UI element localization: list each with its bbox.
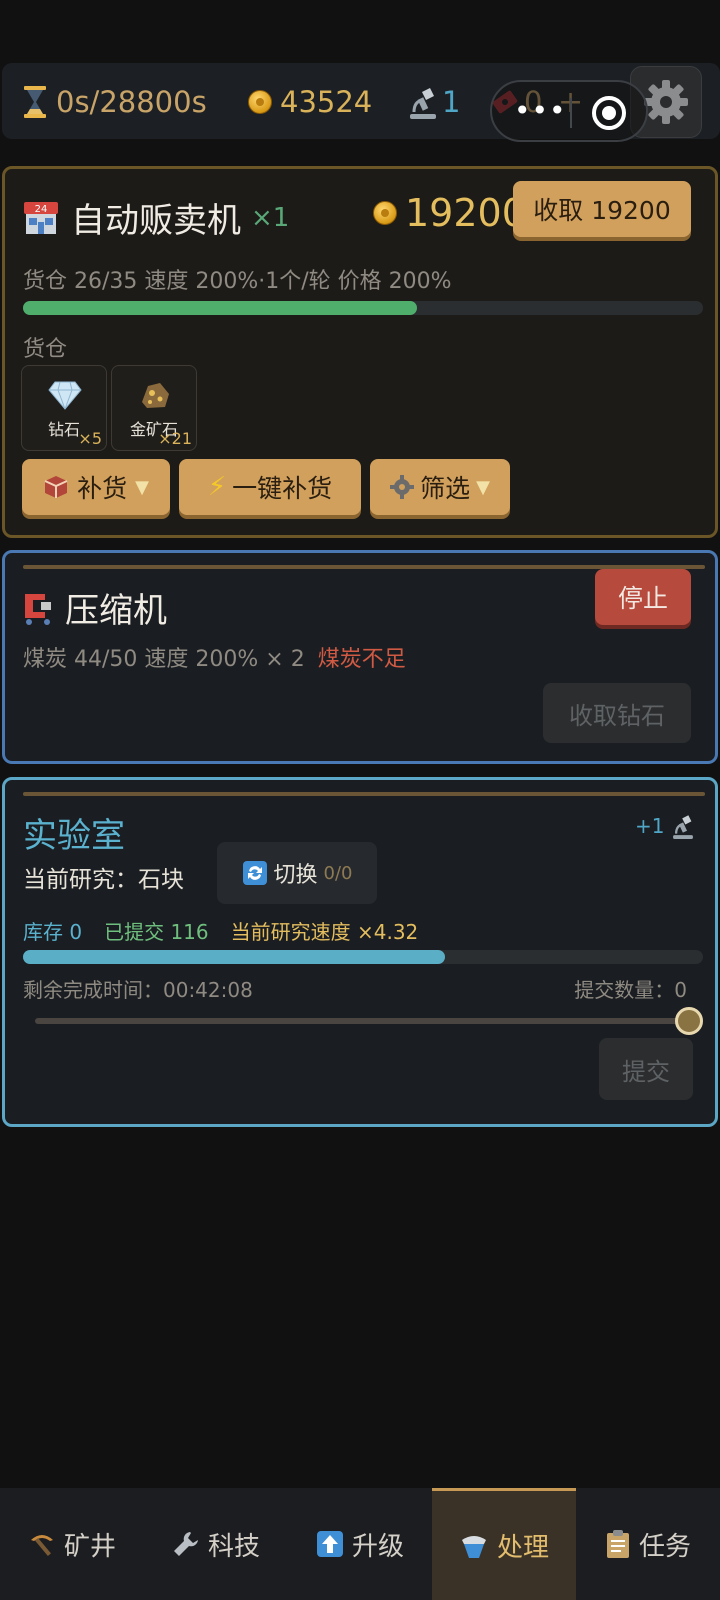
close-capsule-button[interactable] [592, 96, 626, 130]
filter-label: 筛选 [420, 474, 471, 503]
lab-submitted: 已提交 116 [104, 920, 209, 944]
storage-slot-diamond[interactable]: 钻石 ×5 [21, 365, 107, 451]
vending-title: 自动贩卖机 [71, 201, 241, 241]
current-research: 当前研究：石块 [23, 867, 184, 893]
nav-tasks[interactable]: 任务 [576, 1488, 720, 1600]
vending-multiplier: ×1 [251, 202, 290, 233]
vending-machine-card: 24 自动贩卖机 ×1 19200 收取 19200 货仓 26/35 速度 2… [2, 166, 718, 538]
laboratory-card: 实验室 +1 当前研究：石块 切换 0/0 库存 0 已提交 116 当前研究速… [2, 777, 718, 1127]
lab-speed: 当前研究速度 ×4.32 [230, 920, 419, 944]
gear-icon [390, 475, 415, 499]
nav-tech[interactable]: 科技 [144, 1488, 288, 1600]
up-arrow-icon [316, 1531, 343, 1557]
compressor-info-row: 煤炭 44/50 速度 200% × 2 煤炭不足 [23, 641, 406, 673]
science-stat: 1 [406, 85, 460, 119]
compressor-card: 压缩机 停止 煤炭 44/50 速度 200% × 2 煤炭不足 收取钻石 [2, 550, 718, 764]
vending-progress-fill [23, 301, 418, 315]
stop-button[interactable]: 停止 [595, 569, 691, 625]
microscope-icon [410, 88, 436, 119]
app-screen: 0s/28800s 43524 1 0 + [0, 0, 720, 1600]
compressor-icon [25, 593, 51, 625]
submit-slider-thumb[interactable] [675, 1007, 703, 1035]
nav-mine[interactable]: 矿井 [0, 1488, 144, 1600]
mini-program-capsule: ••• [490, 80, 648, 142]
vending-title-row: 24 自动贩卖机 ×1 [21, 193, 289, 242]
lab-badge-value: +1 [635, 814, 665, 838]
card-divider [23, 792, 705, 796]
switch-count: 0/0 [323, 862, 353, 884]
compressor-title-row: 压缩机 [21, 583, 167, 632]
price-value: 19200 [405, 191, 526, 235]
coal-warning: 煤炭不足 [317, 647, 406, 672]
more-options-button[interactable]: ••• [514, 97, 567, 125]
coin-value: 43524 [280, 85, 373, 119]
hourglass-icon [24, 86, 46, 118]
time-stat: 0s/28800s [22, 85, 207, 119]
lightning-icon: ⚡ [207, 472, 227, 502]
remaining-time: 剩余完成时间：00:42:08 [23, 978, 253, 1002]
bottom-nav: 矿井 科技 升级 处理 任务 [0, 1488, 720, 1600]
collect-coins-button[interactable]: 收取 19200 [513, 181, 691, 237]
chevron-down-icon: ▼ [476, 476, 490, 498]
lab-title: 实验室 [23, 816, 125, 856]
submit-count: 提交数量：0 [574, 978, 687, 1002]
nav-process[interactable]: 处理 [432, 1488, 576, 1600]
vending-info: 货仓 26/35 速度 200%·1个/轮 价格 200% [23, 269, 452, 294]
chevron-down-icon: ▼ [135, 476, 149, 498]
compressor-info: 煤炭 44/50 速度 200% × 2 [23, 647, 305, 672]
lab-stock: 库存 0 [23, 920, 83, 944]
nav-label: 升级 [351, 1531, 404, 1562]
coin-icon [248, 90, 272, 114]
filter-dropdown[interactable]: 筛选 ▼ [370, 459, 510, 515]
lab-progress-fill [23, 950, 445, 964]
gear-icon [644, 80, 688, 124]
box-icon [44, 476, 68, 498]
store-icon: 24 [24, 201, 58, 234]
wrench-icon [173, 1532, 198, 1556]
flask-icon [461, 1535, 486, 1558]
slot-qty: ×21 [158, 429, 192, 448]
lab-stats-row: 库存 0 已提交 116 当前研究速度 ×4.32 [23, 916, 418, 945]
storage-slot-gold-ore[interactable]: 金矿石 ×21 [111, 365, 197, 451]
vending-progress-bar [23, 301, 703, 315]
one-click-restock-label: 一键补货 [232, 474, 333, 503]
gold-ore-icon [142, 383, 169, 408]
submit-button[interactable]: 提交 [599, 1038, 693, 1100]
science-value: 1 [442, 85, 461, 119]
clipboard-icon [606, 1530, 629, 1558]
coin-icon [373, 201, 397, 225]
compressor-title: 压缩机 [65, 591, 167, 631]
nav-label: 矿井 [63, 1531, 116, 1562]
vending-price: 19200 [373, 191, 526, 235]
slot-qty: ×5 [78, 429, 102, 448]
collect-diamond-button[interactable]: 收取钻石 [543, 683, 691, 743]
nav-upgrade[interactable]: 升级 [288, 1488, 432, 1600]
nav-label: 处理 [496, 1533, 549, 1563]
coin-stat: 43524 [248, 85, 372, 119]
diamond-icon [48, 381, 82, 410]
capsule-divider [570, 98, 572, 128]
restock-label: 补货 [77, 474, 128, 503]
submit-slider-track[interactable] [35, 1007, 703, 1035]
nav-label: 任务 [638, 1531, 691, 1562]
storage-label: 货仓 [23, 337, 68, 362]
lab-science-badge: +1 [635, 812, 696, 840]
microscope-icon [673, 815, 694, 839]
switch-label: 切换 [273, 863, 318, 888]
restock-dropdown[interactable]: 补货 ▼ [22, 459, 170, 515]
pickaxe-icon [30, 1535, 53, 1556]
refresh-icon [242, 861, 267, 885]
nav-label: 科技 [207, 1531, 260, 1562]
switch-research-button[interactable]: 切换 0/0 [217, 842, 377, 904]
time-value: 0s/28800s [56, 85, 207, 119]
svg-text:24: 24 [35, 204, 48, 215]
one-click-restock-button[interactable]: ⚡ 一键补货 [179, 459, 361, 515]
lab-progress-bar [23, 950, 703, 964]
